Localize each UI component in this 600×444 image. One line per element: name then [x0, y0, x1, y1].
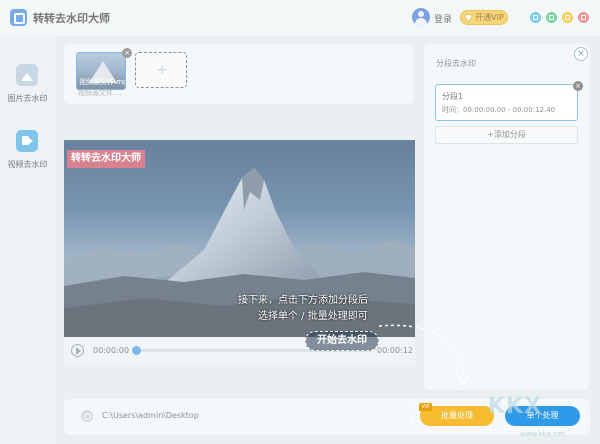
current-time: 00:00:00	[93, 346, 129, 355]
sidebar-item-image-watermark[interactable]: 图片去水印	[0, 64, 55, 114]
thumbnail-caption: 视频源文件....	[78, 89, 122, 97]
vip-badge: VIP	[419, 403, 432, 411]
site-watermark: KKX	[488, 394, 543, 419]
menu-icon[interactable]	[530, 12, 541, 23]
sidebar-item-video-watermark[interactable]: 视频去水印	[0, 130, 55, 180]
segment-item[interactable]: 分段1 时间：00:00:00.00 - 00:00:12.40	[435, 84, 578, 121]
tutorial-tip-line2: 选择单个 / 批量处理即可	[258, 311, 368, 322]
output-folder-icon[interactable]	[81, 410, 93, 422]
site-watermark-url: www.kkx.net	[520, 430, 565, 438]
login-link[interactable]: 登录	[434, 12, 452, 25]
video-thumbnail[interactable]: 视频源文件.mp	[76, 52, 126, 90]
avatar-icon[interactable]	[412, 8, 430, 26]
thumbnail-name: 视频源文件.mp	[79, 78, 126, 86]
sidebar: 图片去水印 视频去水印	[0, 36, 55, 444]
add-file-button[interactable]: +	[135, 52, 187, 88]
app-title: 转转去水印大师	[33, 12, 110, 25]
diamond-icon	[464, 13, 473, 22]
video-icon	[16, 130, 38, 152]
tutorial-arrow-icon	[378, 324, 470, 386]
segment-time: 时间：00:00:00.00 - 00:00:12.40	[442, 106, 556, 114]
minimize-icon[interactable]	[546, 12, 557, 23]
sidebar-item-label: 图片去水印	[7, 94, 48, 103]
video-watermark: 转转去水印大师	[67, 150, 145, 168]
add-segment-button[interactable]: +添加分段	[435, 126, 578, 144]
plus-icon: +	[156, 62, 168, 78]
tutorial-tip-line1: 接下来，点击下方添加分段后	[238, 295, 368, 306]
vip-button[interactable]: 开通VIP	[460, 10, 508, 25]
start-removal-button[interactable]: 开始去水印	[305, 331, 379, 351]
vip-button-label: 开通VIP	[475, 13, 504, 22]
sidebar-item-label: 视频去水印	[7, 160, 48, 169]
app-logo-icon	[10, 9, 27, 26]
maximize-icon[interactable]	[562, 12, 573, 23]
play-icon[interactable]	[71, 344, 84, 357]
close-tutorial-icon[interactable]: ×	[574, 47, 588, 61]
image-icon	[16, 64, 38, 86]
remove-file-icon[interactable]: ×	[122, 48, 132, 58]
segment-name: 分段1	[442, 92, 464, 101]
remove-segment-icon[interactable]: ×	[573, 81, 583, 91]
close-window-icon[interactable]	[578, 12, 589, 23]
segment-panel-title: 分段去水印	[436, 59, 476, 68]
output-path[interactable]: C:\Users\admin\Desktop	[102, 411, 199, 420]
progress-handle[interactable]	[132, 346, 141, 355]
title-bar: 转转去水印大师 登录 开通VIP	[0, 0, 600, 36]
